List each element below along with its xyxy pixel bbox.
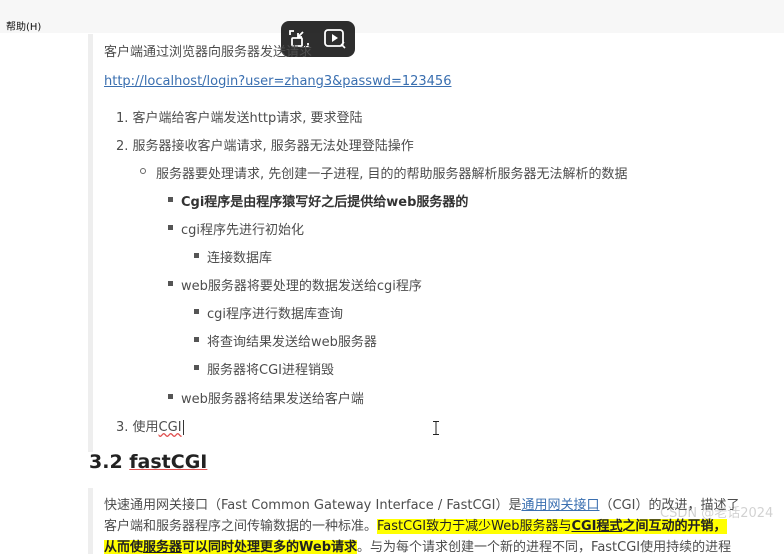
text-cursor-icon: [433, 420, 439, 435]
bullet-square: [168, 394, 173, 399]
para-line2-highlight-a: FastCGI致力于减少Web服务器与: [377, 519, 572, 534]
bullet-square: [168, 225, 173, 230]
login-url-link[interactable]: http://localhost/login?user=zhang3&passw…: [104, 74, 451, 89]
heading-word: fastCGI: [129, 451, 208, 473]
bullet-square: [194, 253, 199, 258]
para-line1-text-a: 快速通用网关接口（Fast Common Gateway Interface /…: [104, 498, 522, 513]
para-line3-highlight-a: 从而使: [104, 540, 144, 554]
sub-item-create-process: 服务器要处理请求, 先创建一子进程, 目的的帮助服务器解析服务器无法解析的数据: [156, 167, 628, 182]
bullet-square: [168, 281, 173, 286]
paragraph-line-1: 快速通用网关接口（Fast Common Gateway Interface /…: [104, 494, 739, 513]
bullet-circle: [140, 168, 146, 174]
bullet-square: [194, 309, 199, 314]
server-link[interactable]: 服务器: [143, 540, 183, 554]
list-item-1: 1. 客户端给客户端发送http请求, 要求登陆: [116, 111, 363, 126]
sub-item-web-send: web服务器将结果发送给客户端: [181, 392, 364, 407]
bullet-square: [168, 197, 173, 202]
paragraph-line-2: 客户端和服务器程序之间传输数据的一种标准。FastCGI致力于减少Web服务器与…: [104, 515, 727, 534]
sub-item-connect-db: 连接数据库: [207, 251, 273, 266]
sub-item-cgi-provided: Cgi程序是由程序猿写好之后提供给web服务器的: [181, 195, 469, 210]
intro-text: 客户端通过浏览器向服务器发送请求: [104, 45, 313, 60]
text-caret: ​: [182, 420, 184, 435]
list-item-3-prefix: 3. 使用: [116, 420, 159, 435]
list-item-3[interactable]: 3. 使用CGI​: [116, 416, 184, 435]
para-line3-highlight-b: 可以同时处理更多的Web请求: [182, 540, 358, 554]
para-line2-text-a: 客户端和服务器程序之间传输数据的一种标准。: [104, 519, 378, 534]
list-item-3-cgi: CGI: [158, 420, 182, 435]
sub-item-send-data: web服务器将要处理的数据发送给cgi程序: [181, 279, 422, 294]
sub-item-cgi-init: cgi程序先进行初始化: [181, 223, 305, 238]
video-play-icon[interactable]: [323, 27, 347, 51]
paragraph-line-3: 从而使服务器可以同时处理更多的Web请求。与为每个请求创建一个新的进程不同，Fa…: [104, 536, 731, 554]
blockquote-bar: [88, 34, 93, 452]
menu-bar: 帮助(H): [0, 0, 784, 33]
sub-item-destroy: 服务器将CGI进程销毁: [207, 363, 334, 378]
bullet-square: [194, 337, 199, 342]
list-item-2: 2. 服务器接收客户端请求, 服务器无法处理登陆操作: [116, 139, 414, 154]
heading-number: 3.2: [89, 451, 130, 473]
help-menu[interactable]: 帮助(H): [6, 18, 41, 33]
sub-item-send-result: 将查询结果发送给web服务器: [207, 335, 377, 350]
sub-item-query-db: cgi程序进行数据库查询: [207, 307, 344, 322]
para-line2-highlight-b: 之间互动的开销，: [622, 519, 727, 534]
section-heading: 3.2 fastCGI: [89, 451, 207, 473]
watermark: CSDN @老话2024: [660, 506, 774, 521]
blockquote-bar-2: [88, 488, 93, 554]
cgi-wiki-link[interactable]: 通用网关接口: [521, 498, 599, 513]
para-line3-text: 。与为每个请求创建一个新的进程不同，FastCGI使用持续的进程: [357, 540, 732, 554]
bullet-square: [194, 365, 199, 370]
cgi-program-link[interactable]: CGI程式: [571, 519, 623, 534]
